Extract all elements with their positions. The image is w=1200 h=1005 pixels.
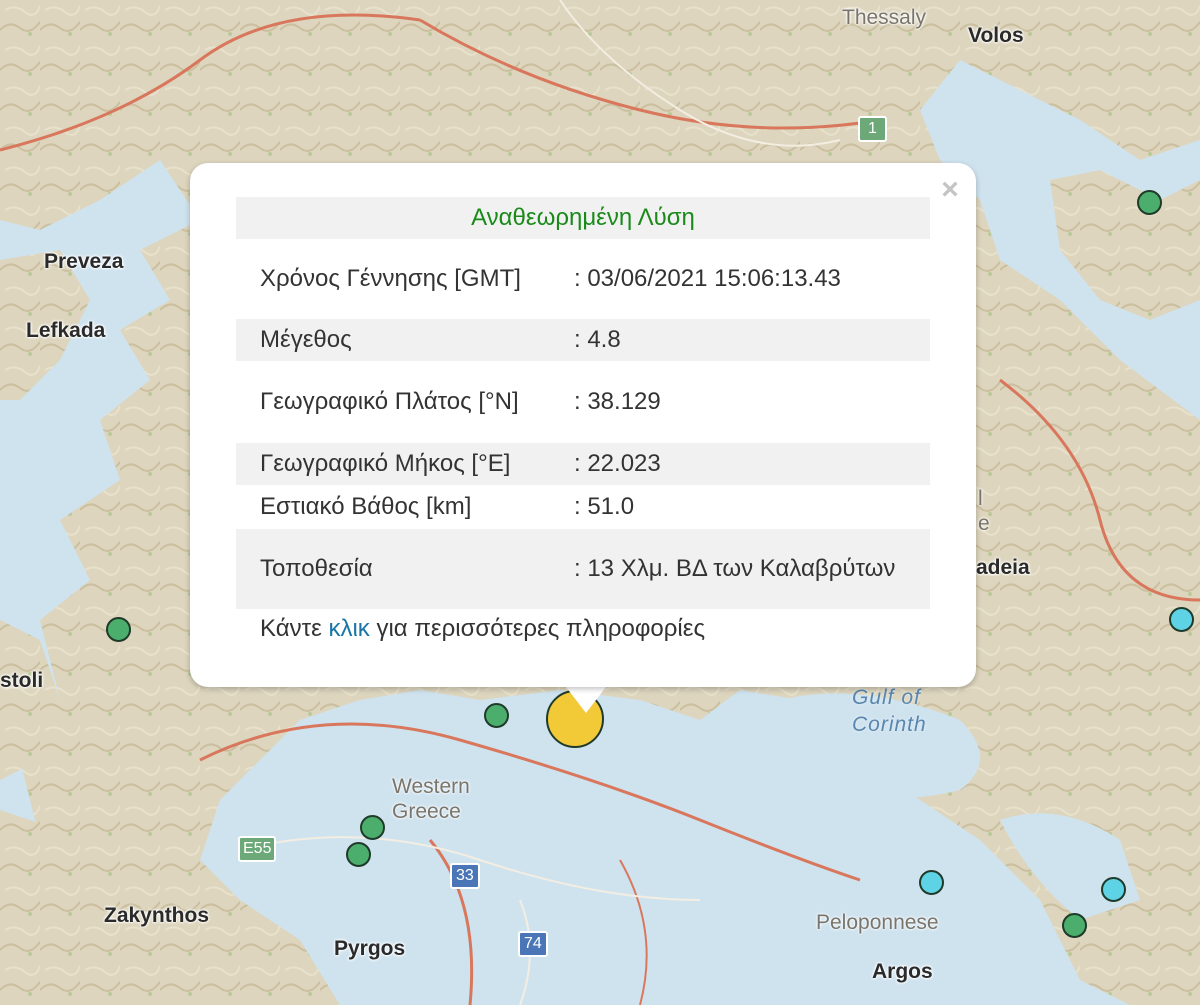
route-shield-33: 33 <box>450 863 480 889</box>
table-row: Μέγεθος : 4.8 <box>236 319 930 361</box>
place-thessaly: Thessaly <box>842 6 927 29</box>
earthquake-marker[interactable] <box>919 870 944 895</box>
earthquake-marker[interactable] <box>360 815 385 840</box>
row-label: Μέγεθος <box>236 319 550 361</box>
place-lefkada: Lefkada <box>26 319 106 342</box>
place-argos: Argos <box>872 960 933 983</box>
table-row: Γεωγραφικό Μήκος [°E] : 22.023 <box>236 443 930 485</box>
row-label: Εστιακό Βάθος [km] <box>260 493 472 520</box>
row-label: Γεωγραφικό Μήκος [°E] <box>236 443 550 485</box>
row-value: : 13 Χλμ. ΒΔ των Καλαβρύτων <box>550 529 930 609</box>
earthquake-marker[interactable] <box>1062 913 1087 938</box>
map-canvas[interactable]: Thessaly Volos Preveza Lefkada stoli Zak… <box>0 0 1200 1005</box>
table-row: Γεωγραφικό Πλάτος [°N] : 38.129 <box>236 361 930 443</box>
solution-title: Αναθεωρημένη Λύση <box>236 197 930 239</box>
row-value: : 51.0 <box>574 493 635 520</box>
more-info-prefix: Κάντε <box>260 615 329 642</box>
place-zakynthos: Zakynthos <box>104 904 210 927</box>
table-row: Εστιακό Βάθος [km] : 51.0 <box>236 485 930 529</box>
earthquake-marker[interactable] <box>1137 190 1162 215</box>
more-info-link[interactable]: κλικ <box>328 615 369 642</box>
place-preveza: Preveza <box>44 250 124 273</box>
region-fragment: l e <box>978 487 990 535</box>
place-pyrgos: Pyrgos <box>334 937 406 960</box>
row-label: Χρόνος Γέννησης [GMT] <box>260 265 521 292</box>
table-row: Χρόνος Γέννησης [GMT] : 03/06/2021 15:06… <box>236 239 930 319</box>
route-shield-e55: E55 <box>238 836 277 862</box>
region-peloponnese: Peloponnese <box>816 911 939 934</box>
water-gulf-of-corinth: Gulf of Corinth <box>852 686 927 736</box>
more-info-line: Κάντε κλικ για περισσότερες πληροφορίες <box>260 615 705 643</box>
earthquake-marker[interactable] <box>1169 607 1194 632</box>
earthquake-marker[interactable] <box>484 703 509 728</box>
table-row: Τοποθεσία : 13 Χλμ. ΒΔ των Καλαβρύτων <box>236 529 930 609</box>
region-western-greece: Western Greece <box>392 775 470 823</box>
route-shield-74: 74 <box>518 931 548 957</box>
place-kefalonia: stoli <box>0 669 44 692</box>
route-shield-1: 1 <box>858 116 887 142</box>
place-volos: Volos <box>968 24 1024 47</box>
row-value: : 38.129 <box>574 388 661 415</box>
place-livadeia: adeia <box>976 556 1030 579</box>
earthquake-info-table: Αναθεωρημένη Λύση Χρόνος Γέννησης [GMT] … <box>236 197 930 609</box>
earthquake-marker[interactable] <box>106 617 131 642</box>
earthquake-marker[interactable] <box>1101 877 1126 902</box>
earthquake-info-popup: × Αναθεωρημένη Λύση Χρόνος Γέννησης [GMT… <box>190 163 976 687</box>
row-value: : 22.023 <box>550 443 930 485</box>
table-title-row: Αναθεωρημένη Λύση <box>236 197 930 239</box>
row-label: Τοποθεσία <box>236 529 550 609</box>
more-info-suffix: για περισσότερες πληροφορίες <box>369 615 706 642</box>
row-label: Γεωγραφικό Πλάτος [°N] <box>260 388 519 415</box>
popup-pointer <box>566 687 606 713</box>
row-value: : 03/06/2021 15:06:13.43 <box>574 265 841 292</box>
close-button[interactable]: × <box>936 173 964 207</box>
earthquake-marker[interactable] <box>346 842 371 867</box>
row-value: : 4.8 <box>550 319 930 361</box>
